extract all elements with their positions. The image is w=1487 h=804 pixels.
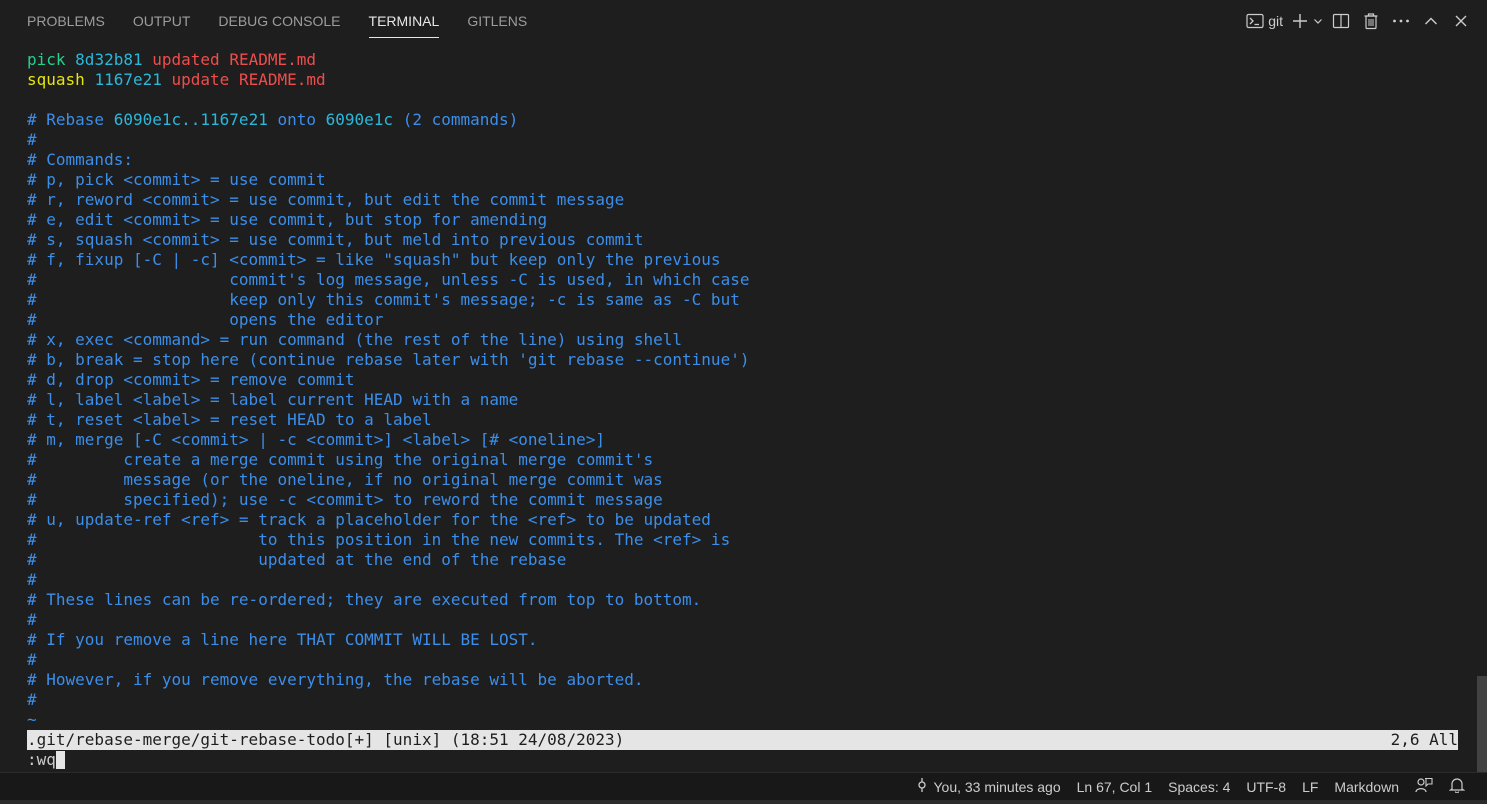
rebase-comment-line: # [27,130,37,149]
cursor-position-text: Ln 67, Col 1 [1076,778,1153,795]
rebase-comment-line: # e, edit <commit> = use commit, but sto… [27,210,548,229]
terminal-output[interactable]: pick 8d32b81 updated README.md squash 11… [27,50,1458,772]
terminal-scrollbar[interactable] [1477,676,1487,772]
rebase-comment-line: # These lines can be re-ordered; they ar… [27,590,702,609]
status-bar: You, 33 minutes ago Ln 67, Col 1 Spaces:… [0,772,1487,800]
vim-cursor-position: 2,6 All [1390,730,1458,749]
vim-status-line: .git/rebase-merge/git-rebase-todo[+] [un… [27,730,1458,750]
rebase-comment-line: # specified); use -c <commit> to reword … [27,490,663,509]
panel-tabs: PROBLEMS OUTPUT DEBUG CONSOLE TERMINAL G… [13,0,541,42]
new-terminal-button[interactable] [1291,7,1323,35]
feedback-icon [1415,777,1433,796]
bell-icon [1448,777,1466,796]
kill-terminal-button[interactable] [1359,7,1383,35]
git-commit-icon [916,777,928,796]
language-mode-status[interactable]: Markdown [1326,773,1407,801]
terminal-icon [1246,13,1264,29]
rebase-comment-line: # s, squash <commit> = use commit, but m… [27,230,644,249]
vim-file-info: .git/rebase-merge/git-rebase-todo[+] [un… [27,730,625,749]
commit-hash: 8d32b81 [75,50,143,69]
encoding-status[interactable]: UTF-8 [1238,773,1294,801]
todo-command: squash [27,70,85,89]
commit-hash: 1167e21 [94,70,162,89]
commit-message: updated README.md [152,50,317,69]
language-mode-text: Markdown [1334,778,1399,795]
terminal-cursor [55,751,65,769]
notifications-button[interactable] [1441,773,1473,801]
feedback-button[interactable] [1407,773,1441,801]
rebase-comment-line: # b, break = stop here (continue rebase … [27,350,750,369]
window-bottom-edge [0,800,1487,804]
rebase-comment-line: # p, pick <commit> = use commit [27,170,326,189]
rebase-comment-line: # commit's log message, unless -C is use… [27,270,750,289]
indentation-status[interactable]: Spaces: 4 [1160,773,1238,801]
rebase-comment-line: # [27,570,37,589]
close-panel-button[interactable] [1449,7,1473,35]
tab-problems[interactable]: PROBLEMS [13,0,119,42]
rebase-comment-line: # f, fixup [-C | -c] <commit> = like "sq… [27,250,721,269]
chevron-down-icon [1313,16,1323,26]
git-blame-status[interactable]: You, 33 minutes ago [908,773,1068,801]
panel-header: PROBLEMS OUTPUT DEBUG CONSOLE TERMINAL G… [0,0,1487,42]
empty-buffer-tilde: ~ [27,710,37,729]
ellipsis-icon [1392,18,1410,24]
panel-actions: git [1244,6,1473,36]
todo-command: pick [27,50,66,69]
close-icon [1454,14,1468,28]
rebase-comment-line: # u, update-ref <ref> = track a placehol… [27,510,711,529]
indentation-text: Spaces: 4 [1168,778,1231,795]
terminal-name: git [1268,13,1283,29]
split-terminal-button[interactable] [1329,7,1353,35]
rebase-comment-line: # opens the editor [27,310,384,329]
todo-line-squash: squash 1167e21 update README.md [27,70,1458,90]
rebase-comment-line: # d, drop <commit> = remove commit [27,370,355,389]
eol-text: LF [1302,778,1319,795]
trash-icon [1363,12,1379,30]
rebase-comment-line: # [27,610,37,629]
chevron-up-icon [1423,13,1439,29]
rebase-comment-line: # r, reword <commit> = use commit, but e… [27,190,625,209]
rebase-prefix: # Rebase [27,110,114,129]
maximize-panel-button[interactable] [1419,7,1443,35]
tab-gitlens[interactable]: GITLENS [453,0,541,42]
rebase-comment-line: # to this position in the new commits. T… [27,530,731,549]
split-icon [1332,13,1350,29]
rebase-comment-line: # l, label <label> = label current HEAD … [27,390,519,409]
rebase-help-comments: # # Commands: # p, pick <commit> = use com… [27,130,1458,710]
git-blame-text: You, 33 minutes ago [933,778,1061,795]
tab-terminal[interactable]: TERMINAL [355,0,454,42]
tab-output[interactable]: OUTPUT [119,0,205,42]
rebase-comment-line: # updated at the end of the rebase [27,550,567,569]
vim-command: :wq [27,750,56,769]
plus-icon [1291,12,1309,30]
more-actions-button[interactable] [1389,7,1413,35]
tab-debug-console[interactable]: DEBUG CONSOLE [204,0,354,42]
rebase-comment-line: # message (or the oneline, if no origina… [27,470,663,489]
rebase-comment-line: # [27,690,37,709]
rebase-range: 6090e1c..1167e21 [113,110,268,129]
rebase-suffix: (2 commands) [393,110,519,129]
rebase-info-line: # Rebase 6090e1c..1167e21 onto 6090e1c (… [27,110,1458,130]
rebase-comment-line: # keep only this commit's message; -c is… [27,290,740,309]
vim-command-line[interactable]: :wq [27,750,1458,770]
rebase-comment-line: # If you remove a line here THAT COMMIT … [27,630,538,649]
encoding-text: UTF-8 [1246,778,1287,795]
eol-status[interactable]: LF [1294,773,1326,801]
rebase-comment-line: # m, merge [-C <commit> | -c <commit>] <… [27,430,605,449]
todo-line-pick: pick 8d32b81 updated README.md [27,50,1458,70]
rebase-comment-line: # x, exec <command> = run command (the r… [27,330,683,349]
cursor-position-status[interactable]: Ln 67, Col 1 [1069,773,1161,801]
rebase-comment-line: # t, reset <label> = reset HEAD to a lab… [27,410,432,429]
terminal-selector[interactable]: git [1244,7,1285,35]
commit-message: update README.md [171,70,326,89]
rebase-comment-line: # Commands: [27,150,133,169]
rebase-comment-line: # create a merge commit using the origin… [27,450,654,469]
rebase-onto-hash: 6090e1c [325,110,394,129]
rebase-comment-line: # However, if you remove everything, the… [27,670,644,689]
rebase-onto-word: onto [267,110,326,129]
rebase-comment-line: # [27,650,37,669]
